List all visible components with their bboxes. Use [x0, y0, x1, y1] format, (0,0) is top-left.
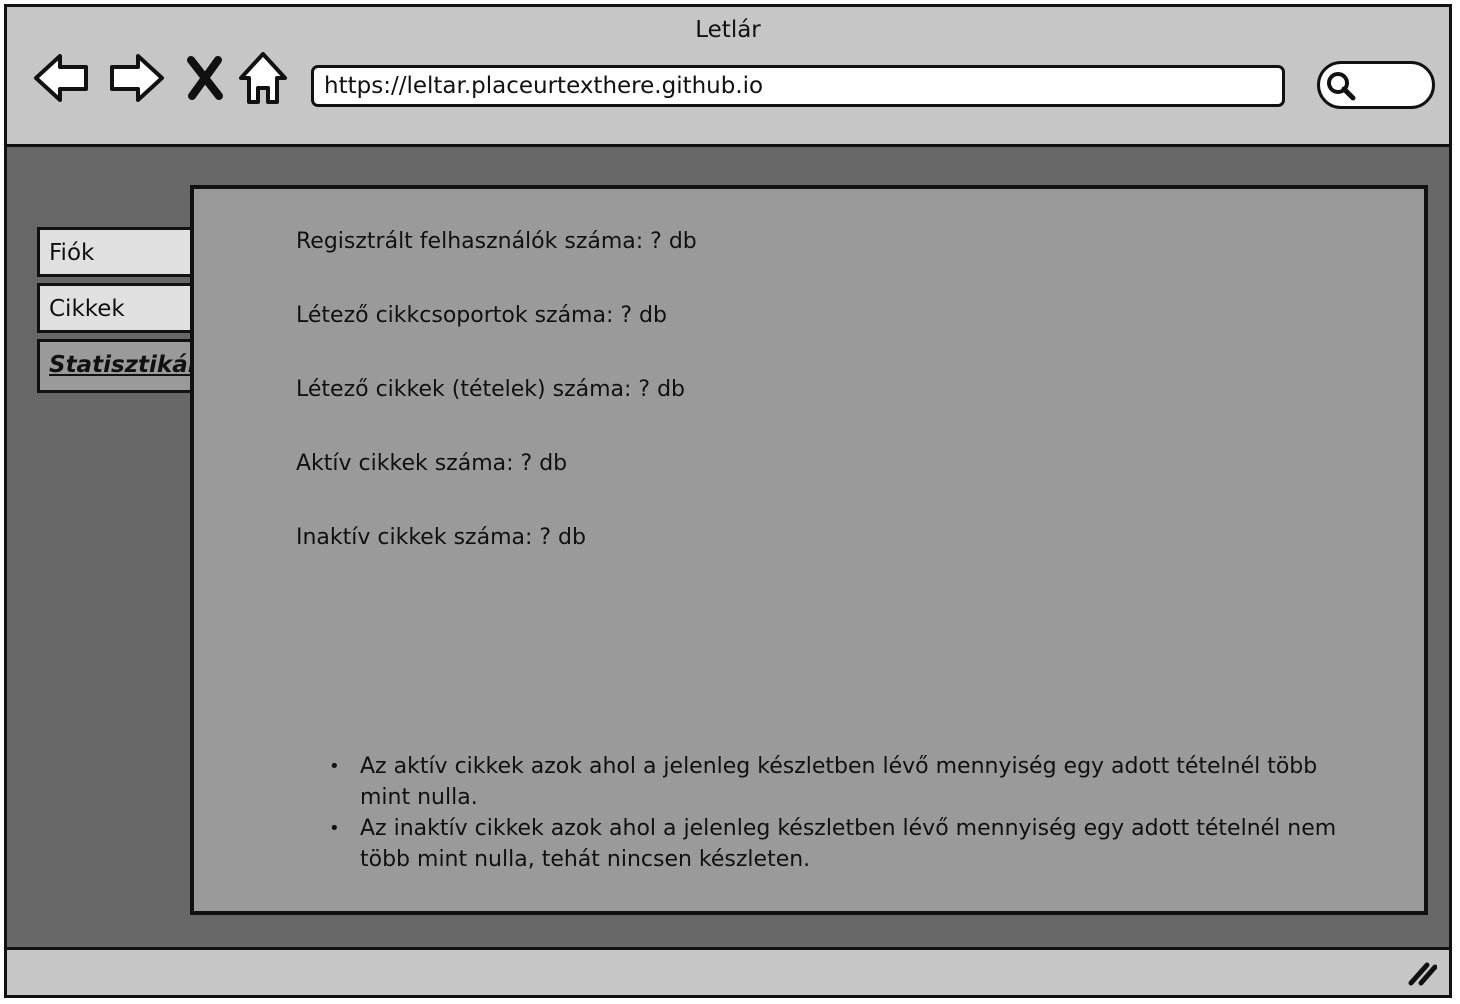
tab-statisztikak[interactable]: Statisztikák — [37, 339, 203, 393]
stop-button[interactable] — [175, 47, 235, 109]
browser-window: Letlár https://leltar.placeurtexthere.gi… — [4, 4, 1452, 998]
forward-button[interactable] — [107, 47, 167, 109]
search-field[interactable] — [1317, 61, 1435, 109]
stat-item-groups: Létező cikkcsoportok száma: ? db — [296, 303, 667, 328]
list-item: • Az inaktív cikkek azok ahol a jelenleg… — [324, 813, 1374, 875]
browser-titlebar: Letlár https://leltar.placeurtexthere.gi… — [7, 7, 1449, 147]
page-content: Fiók Cikkek Statisztikák Regisztrált fel… — [7, 147, 1449, 949]
back-arrow-icon — [34, 54, 88, 102]
tab-label: Statisztikák — [49, 352, 204, 378]
note-text: Az inaktív cikkek azok ahol a jelenleg k… — [360, 816, 1337, 872]
window-title: Letlár — [695, 17, 761, 43]
home-button[interactable] — [233, 47, 293, 109]
tab-label: Cikkek — [49, 296, 125, 322]
stat-inactive-items: Inaktív cikkek száma: ? db — [296, 525, 586, 550]
tab-cikkek[interactable]: Cikkek — [37, 283, 193, 333]
status-bar — [7, 947, 1449, 995]
tab-fiok[interactable]: Fiók — [37, 227, 193, 277]
resize-grip-icon[interactable] — [1407, 959, 1437, 987]
note-text: Az aktív cikkek azok ahol a jelenleg kés… — [360, 754, 1318, 810]
list-item: • Az aktív cikkek azok ahol a jelenleg k… — [324, 751, 1374, 813]
close-icon — [187, 56, 223, 100]
forward-arrow-icon — [110, 54, 164, 102]
statistics-panel: Regisztrált felhasználók száma: ? db Lét… — [190, 185, 1428, 915]
address-bar[interactable]: https://leltar.placeurtexthere.github.io — [311, 65, 1285, 107]
bullet-icon: • — [329, 756, 340, 777]
tab-label: Fiók — [49, 240, 95, 266]
notes-list: • Az aktív cikkek azok ahol a jelenleg k… — [324, 751, 1374, 875]
bullet-icon: • — [329, 818, 340, 839]
stat-items: Létező cikkek (tételek) száma: ? db — [296, 377, 686, 402]
back-button[interactable] — [31, 47, 91, 109]
home-icon — [239, 52, 287, 104]
stat-active-items: Aktív cikkek száma: ? db — [296, 451, 568, 476]
address-url: https://leltar.placeurtexthere.github.io — [324, 73, 764, 99]
search-icon — [1327, 72, 1356, 101]
stat-registered-users: Regisztrált felhasználók száma: ? db — [296, 229, 697, 254]
